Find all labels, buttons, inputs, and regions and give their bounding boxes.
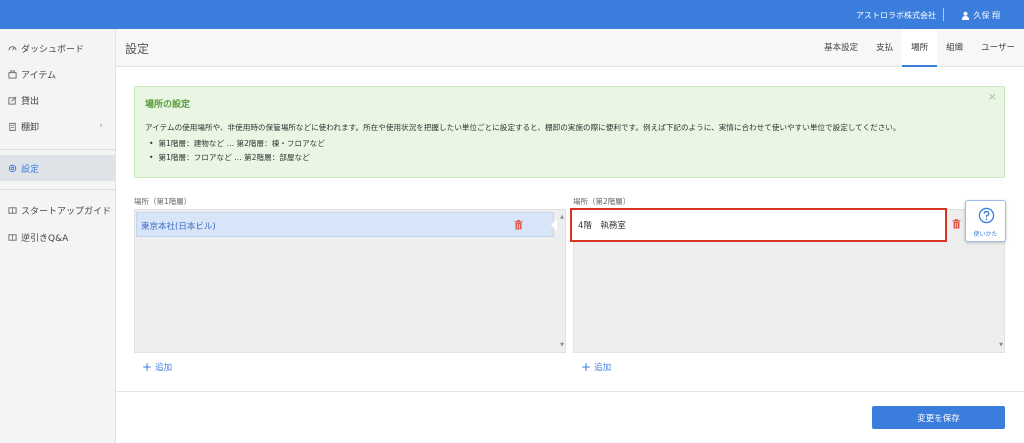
user-menu[interactable]: 久保 翔: [961, 10, 1000, 21]
page-header: 設定 基本設定 支払 場所 組織 ユーザー: [116, 29, 1024, 67]
scroll-down-icon[interactable]: ▼: [560, 342, 564, 348]
sidebar-item-dashboard[interactable]: ダッシュボード: [0, 35, 116, 61]
sidebar-item-label: 棚卸: [21, 122, 40, 133]
box-icon: [8, 69, 17, 79]
sidebar-item-label: 逆引きQ&A: [21, 233, 69, 244]
notice-examples: 第1階層：建物など … 第2階層：棟・フロアなど 第1階層：フロアなど … 第2…: [149, 137, 325, 165]
notice-example: 第1階層：建物など … 第2階層：棟・フロアなど: [149, 137, 324, 151]
top-bar: アストロラボ株式会社 久保 翔: [0, 0, 1024, 29]
trash-icon[interactable]: [514, 220, 523, 230]
clipboard-icon: [9, 122, 16, 131]
sidebar-divider: [0, 149, 116, 150]
add-level2-button[interactable]: + 追加: [581, 361, 611, 373]
add-label: 追加: [594, 363, 612, 373]
sidebar-item-faq[interactable]: 逆引きQ&A: [0, 224, 116, 250]
book-icon: [8, 206, 17, 214]
tab-payment[interactable]: 支払: [867, 29, 902, 67]
notice-body: アイテムの使用場所や、非使用時の保管場所などに使われます。所在や使用状況を把握し…: [145, 123, 901, 132]
sidebar-item-inventory[interactable]: 棚卸 ›: [0, 113, 116, 139]
sidebar-item-items[interactable]: アイテム: [0, 61, 116, 87]
export-icon: [8, 96, 17, 105]
chevron-right-icon: ›: [99, 121, 103, 131]
settings-tabs: 基本設定 支払 場所 組織 ユーザー: [815, 29, 1024, 67]
list-item[interactable]: 4階 執務室: [570, 208, 947, 242]
sidebar-item-label: 設定: [21, 164, 40, 175]
close-icon[interactable]: ×: [988, 90, 997, 103]
sidebar-divider: [0, 189, 116, 190]
sidebar-item-label: アイテム: [21, 70, 57, 81]
location-settings-notice: 場所の設定 × アイテムの使用場所や、非使用時の保管場所などに使われます。所在や…: [134, 86, 1005, 178]
level2-label: 場所（第2階層）: [573, 197, 631, 206]
location-name-input[interactable]: 4階 執務室: [578, 219, 626, 231]
sidebar: ダッシュボード アイテム 貸出 棚卸 › 設定 スタートアップガイド 逆引きQ&…: [0, 29, 116, 443]
tab-location[interactable]: 場所: [902, 29, 938, 67]
company-name[interactable]: アストロラボ株式会社: [856, 10, 936, 21]
topbar-divider: [943, 8, 944, 21]
tab-users[interactable]: ユーザー: [972, 29, 1024, 67]
notice-example: 第1階層：フロアなど … 第2階層：部屋など: [149, 151, 325, 165]
level1-label: 場所（第1階層）: [134, 197, 192, 206]
sidebar-item-label: ダッシュボード: [21, 44, 85, 55]
sidebar-item-settings[interactable]: 設定: [0, 155, 116, 181]
scroll-up-icon[interactable]: ▲: [560, 214, 564, 220]
sidebar-item-label: 貸出: [21, 96, 40, 107]
user-icon: [962, 11, 970, 20]
sidebar-item-lending[interactable]: 貸出: [0, 87, 116, 113]
add-level1-button[interactable]: + 追加: [142, 361, 172, 373]
selected-arrow: [551, 219, 557, 231]
gear-icon: [8, 164, 17, 172]
help-label: 使いかた: [973, 231, 998, 238]
sidebar-item-startup-guide[interactable]: スタートアップガイド: [0, 197, 116, 223]
location-name: 東京本社(日本ビル): [141, 222, 216, 232]
page-title: 設定: [125, 42, 150, 56]
tab-organization[interactable]: 組織: [937, 29, 972, 67]
trash-icon[interactable]: [952, 219, 961, 229]
help-button[interactable]: 使いかた: [965, 200, 1006, 242]
add-label: 追加: [155, 363, 173, 373]
user-name: 久保 翔: [973, 11, 1000, 20]
book-icon: [8, 233, 17, 241]
level1-list[interactable]: 東京本社(日本ビル) ▲ ▼: [134, 209, 566, 353]
list-item[interactable]: 東京本社(日本ビル): [136, 212, 557, 237]
sidebar-item-label: スタートアップガイド: [21, 206, 112, 217]
dashboard-icon: [8, 45, 17, 51]
plus-icon: +: [581, 360, 592, 374]
footer-divider: [116, 391, 1024, 392]
notice-title: 場所の設定: [145, 100, 191, 110]
question-icon: [978, 207, 995, 224]
plus-icon: +: [142, 360, 153, 374]
save-changes-button[interactable]: 変更を保存: [872, 406, 1005, 429]
tab-basic-settings[interactable]: 基本設定: [815, 29, 867, 67]
scroll-down-icon[interactable]: ▼: [999, 342, 1003, 348]
